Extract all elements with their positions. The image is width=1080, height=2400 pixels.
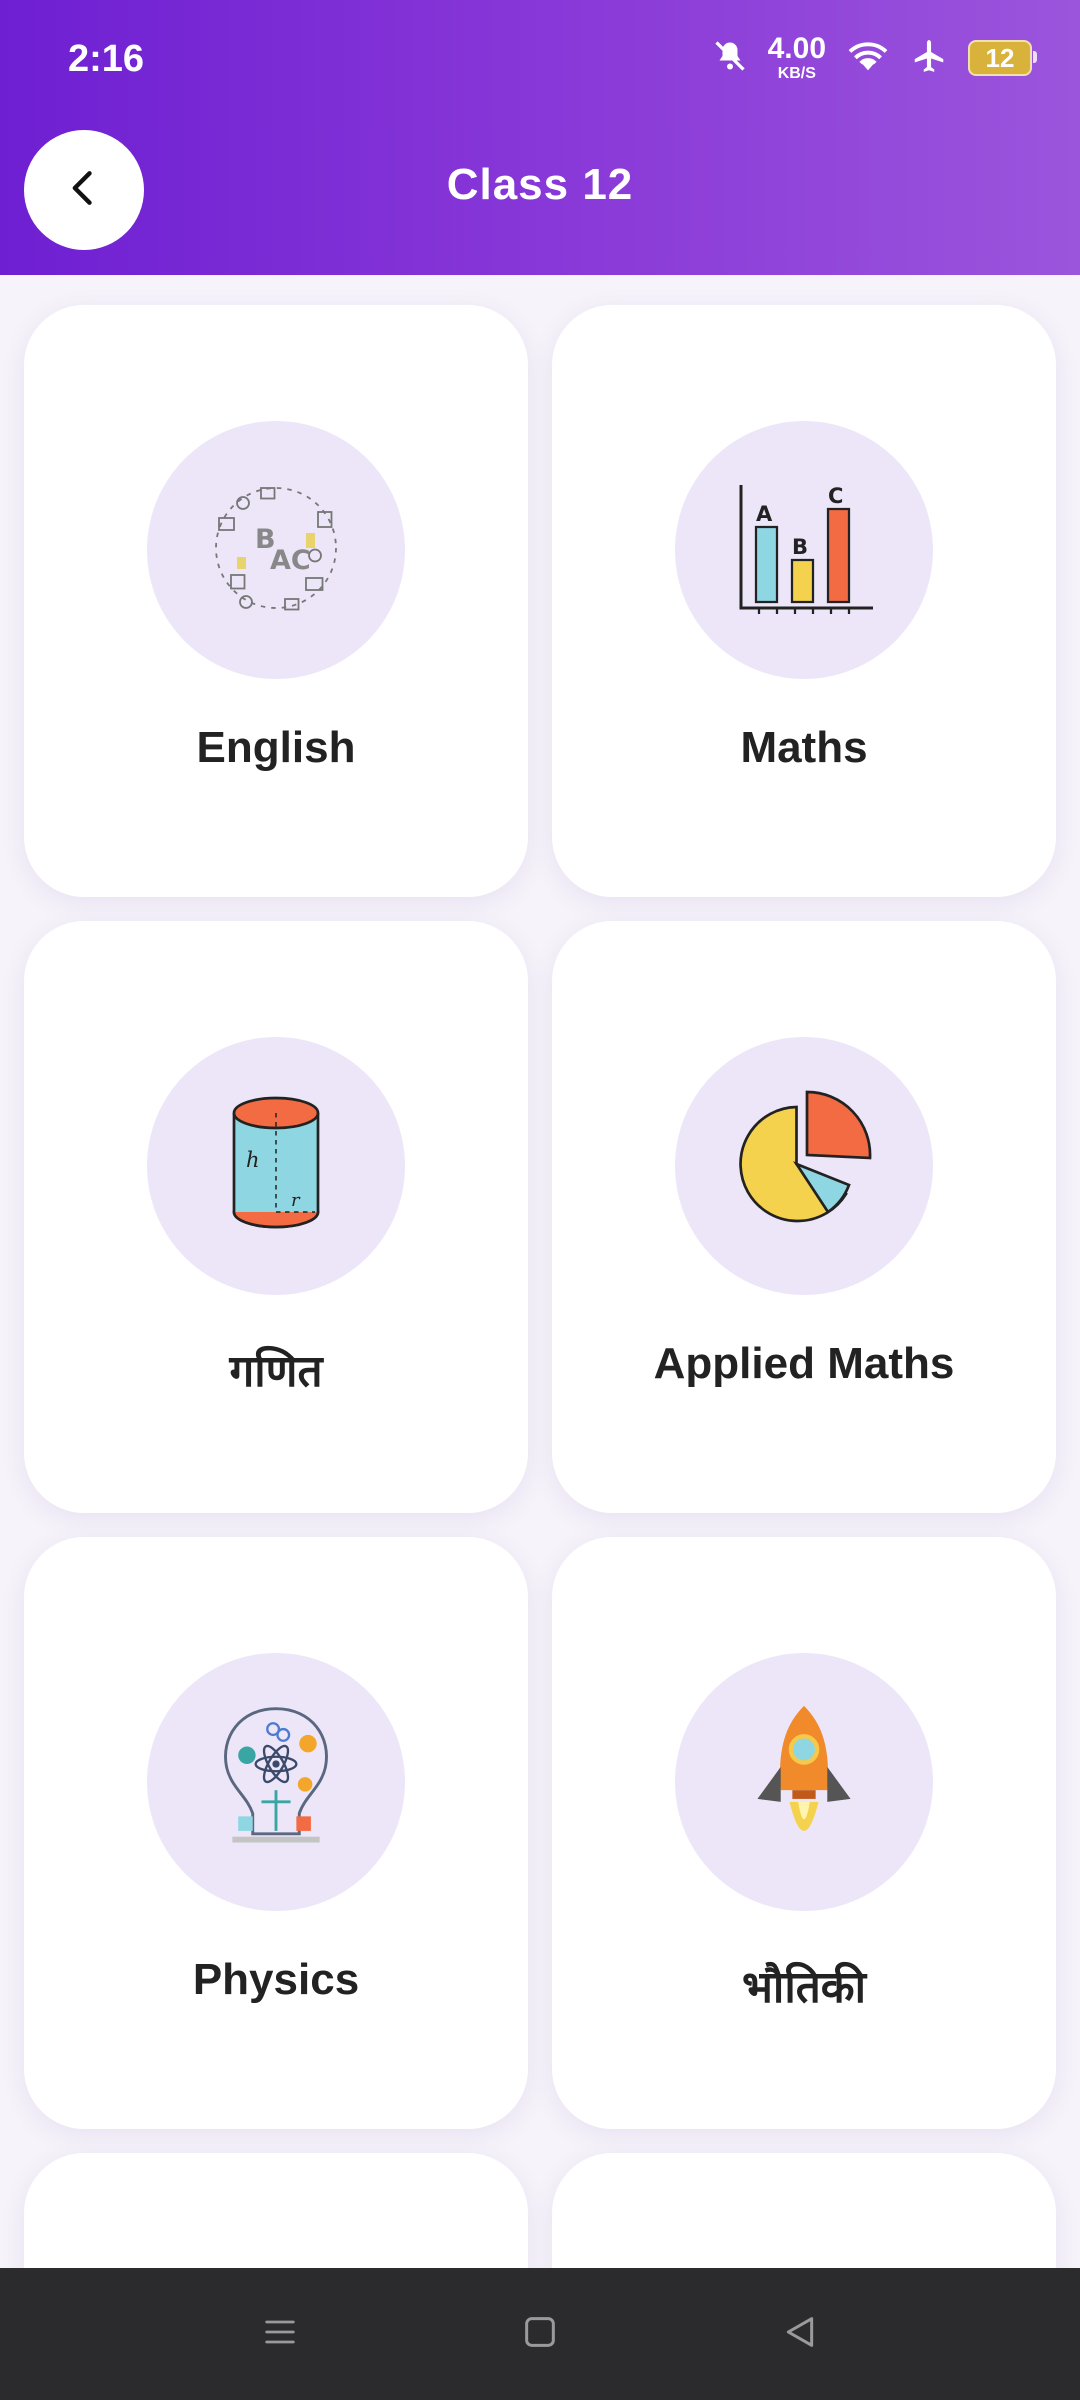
subject-label: भौतिकी xyxy=(742,1963,866,2012)
subject-icon-circle xyxy=(675,1037,933,1295)
subject-card-physics[interactable]: Physics xyxy=(24,1537,528,2129)
subject-icon-circle xyxy=(675,1653,933,1911)
bar-chart-abc-icon: A B C xyxy=(729,473,879,628)
airplane-icon xyxy=(910,37,948,80)
subject-card-english[interactable]: B AC English xyxy=(24,305,528,897)
app-header: 2:16 4.00 KB/S 12 Class 12 xyxy=(0,0,1080,275)
network-speed: 4.00 KB/S xyxy=(768,34,826,82)
network-speed-value: 4.00 xyxy=(767,32,826,65)
cylinder-icon: h r xyxy=(211,1089,341,1244)
subject-label: English xyxy=(196,723,356,772)
mute-icon xyxy=(712,38,748,79)
subject-card-ganit[interactable]: h r गणित xyxy=(24,921,528,1513)
alphabet-doodle-icon: B AC xyxy=(201,473,351,628)
pie-chart-icon xyxy=(729,1089,879,1244)
subject-label: Maths xyxy=(740,723,868,772)
menu-icon xyxy=(260,2312,300,2357)
svg-text:AC: AC xyxy=(270,545,311,576)
battery-indicator: 12 xyxy=(968,40,1037,76)
subject-icon-circle xyxy=(147,1653,405,1911)
wifi-icon xyxy=(846,38,890,79)
svg-text:B: B xyxy=(792,535,808,559)
subject-label: Applied Maths xyxy=(653,1339,955,1388)
svg-text:h: h xyxy=(246,1148,260,1172)
nav-home-button[interactable] xyxy=(510,2304,570,2364)
nav-back-button[interactable] xyxy=(770,2304,830,2364)
system-nav-bar xyxy=(0,2268,1080,2400)
svg-text:A: A xyxy=(756,502,773,526)
subject-icon-circle: h r xyxy=(147,1037,405,1295)
status-time: 2:16 xyxy=(68,38,145,80)
network-speed-unit: KB/S xyxy=(777,65,816,82)
status-icons: 4.00 KB/S 12 xyxy=(712,34,1037,82)
subject-card-maths[interactable]: A B C Maths xyxy=(552,305,1056,897)
subject-icon-circle: A B C xyxy=(675,421,933,679)
subject-card-applied-maths[interactable]: Applied Maths xyxy=(552,921,1056,1513)
science-bulb-icon xyxy=(201,1700,351,1865)
subject-card-bhautiki[interactable]: भौतिकी xyxy=(552,1537,1056,2129)
svg-text:C: C xyxy=(828,484,843,508)
square-home-icon xyxy=(520,2312,560,2357)
nav-menu-button[interactable] xyxy=(250,2304,310,2364)
page-title: Class 12 xyxy=(446,160,634,209)
subject-icon-circle: B AC xyxy=(147,421,405,679)
rocket-icon xyxy=(744,1700,864,1865)
triangle-back-icon xyxy=(780,2312,820,2357)
svg-text:r: r xyxy=(291,1190,301,1211)
subject-label: Physics xyxy=(192,1955,360,2004)
subject-label: गणित xyxy=(229,1347,323,1396)
